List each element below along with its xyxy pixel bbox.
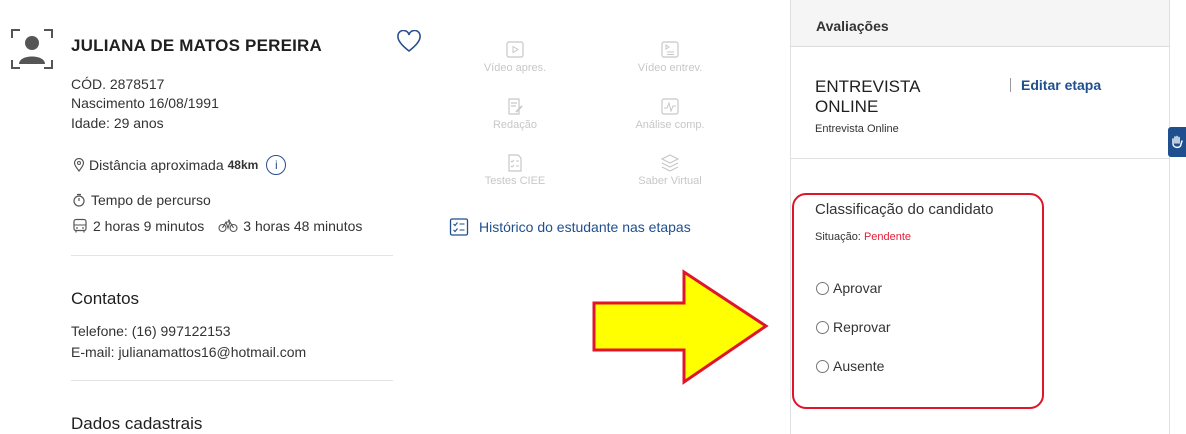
divider bbox=[71, 255, 393, 256]
travel-time-row: Tempo de percurso bbox=[72, 192, 211, 208]
behavior-analysis-tool[interactable]: Análise comp. bbox=[610, 97, 730, 131]
ciee-tests-label: Testes CIEE bbox=[484, 175, 546, 187]
separator bbox=[1010, 78, 1011, 92]
essay-label: Redação bbox=[492, 119, 538, 131]
video-play-icon bbox=[506, 41, 524, 58]
status-value: Pendente bbox=[863, 231, 912, 243]
video-interview-icon bbox=[661, 41, 679, 58]
student-history-label: Histórico do estudante nas etapas bbox=[479, 219, 691, 235]
avatar bbox=[10, 26, 54, 77]
evaluation-header: Avaliações bbox=[791, 0, 1169, 47]
info-icon[interactable]: i bbox=[266, 155, 287, 175]
test-document-icon bbox=[508, 154, 522, 172]
chart-pulse-icon bbox=[661, 98, 679, 115]
timer-icon bbox=[73, 193, 85, 207]
distance-label: Distância aproximada bbox=[89, 157, 224, 173]
absent-radio[interactable] bbox=[816, 359, 829, 373]
evaluation-header-title: Avaliações bbox=[816, 18, 889, 34]
location-pin-icon bbox=[73, 158, 85, 172]
travel-modes-row: 2 horas 9 minutos 3 horas 48 minutos bbox=[72, 218, 362, 234]
essay-icon bbox=[508, 98, 523, 115]
hand-sign-icon bbox=[1172, 135, 1183, 149]
candidate-birth: Nascimento 16/08/1991 bbox=[71, 95, 219, 111]
stage-divider bbox=[791, 158, 1169, 159]
candidate-name: JULIANA DE MATOS PEREIRA bbox=[71, 36, 323, 55]
stage-title-line1: ENTREVISTA bbox=[815, 77, 921, 96]
reject-label: Reprovar bbox=[833, 319, 891, 335]
candidate-age: Idade: 29 anos bbox=[71, 115, 164, 131]
annotation-arrow-icon bbox=[592, 269, 769, 385]
approve-option[interactable]: Aprovar bbox=[816, 280, 882, 296]
absent-label: Ausente bbox=[833, 358, 885, 374]
video-presentation-tool[interactable]: Vídeo apres. bbox=[455, 40, 575, 74]
edit-stage-label: Editar etapa bbox=[1021, 77, 1102, 93]
travel-label: Tempo de percurso bbox=[91, 192, 211, 208]
edit-stage-link[interactable]: Editar etapa bbox=[1010, 77, 1101, 93]
virtual-knowledge-label: Saber Virtual bbox=[638, 175, 702, 187]
bike-icon bbox=[218, 219, 238, 233]
registration-title: Dados cadastrais bbox=[71, 414, 203, 433]
favorite-heart-icon[interactable] bbox=[396, 29, 422, 59]
travel-bus-time: 2 horas 9 minutos bbox=[93, 218, 205, 234]
ciee-tests-tool[interactable]: Testes CIEE bbox=[455, 153, 575, 187]
approve-radio[interactable] bbox=[816, 281, 829, 295]
stage-subtitle: Entrevista Online bbox=[815, 123, 899, 135]
stage-title: ENTREVISTA ONLINE bbox=[815, 77, 920, 117]
reject-option[interactable]: Reprovar bbox=[816, 319, 891, 335]
stage-title-line2: ONLINE bbox=[815, 97, 879, 116]
video-interview-label: Vídeo entrev. bbox=[637, 62, 703, 74]
divider bbox=[71, 380, 393, 381]
approve-label: Aprovar bbox=[833, 280, 883, 296]
layers-icon bbox=[660, 154, 680, 172]
behavior-analysis-label: Análise comp. bbox=[635, 119, 705, 131]
video-presentation-label: Vídeo apres. bbox=[483, 62, 547, 74]
bus-icon bbox=[73, 218, 87, 233]
video-interview-tool[interactable]: Vídeo entrev. bbox=[610, 40, 730, 74]
distance-row: Distância aproximada 48km i bbox=[72, 155, 287, 175]
status-row: Situação: Pendente bbox=[815, 231, 911, 243]
absent-option[interactable]: Ausente bbox=[816, 358, 884, 374]
essay-tool[interactable]: Redação bbox=[455, 97, 575, 131]
status-label: Situação: bbox=[815, 231, 861, 243]
contact-phone: Telefone: (16) 997122153 bbox=[71, 323, 231, 339]
checklist-icon bbox=[449, 218, 469, 236]
classification-highlight-box bbox=[792, 193, 1044, 409]
candidate-code: CÓD. 2878517 bbox=[71, 76, 165, 92]
virtual-knowledge-tool[interactable]: Saber Virtual bbox=[610, 153, 730, 187]
reject-radio[interactable] bbox=[816, 320, 829, 334]
contacts-title: Contatos bbox=[71, 289, 140, 308]
classification-title: Classificação do candidato bbox=[815, 201, 994, 218]
distance-value: 48km bbox=[227, 158, 259, 172]
travel-bike-time: 3 horas 48 minutos bbox=[243, 218, 363, 234]
accessibility-tab[interactable] bbox=[1168, 127, 1186, 157]
contact-email: E-mail: julianamattos16@hotmail.com bbox=[71, 344, 307, 360]
student-history-link[interactable]: Histórico do estudante nas etapas bbox=[449, 218, 691, 236]
